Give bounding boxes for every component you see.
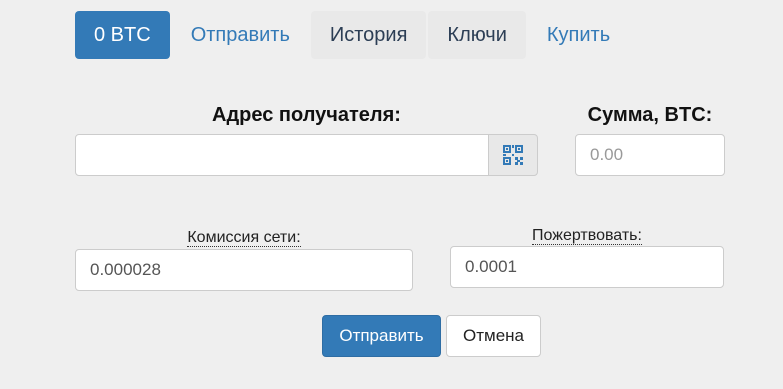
tab-history[interactable]: История [310, 11, 427, 59]
network-fee-label: Комиссия сети: [75, 229, 413, 247]
amount-label: Сумма, BTC: [587, 104, 713, 126]
send-button[interactable]: Отправить [322, 315, 441, 357]
tab-balance[interactable]: 0 BTC [75, 11, 170, 59]
tab-send[interactable]: Отправить [172, 11, 309, 59]
wallet-nav: 0 BTC Отправить История Ключи Купить [75, 11, 631, 59]
recipient-address-input[interactable] [75, 134, 489, 176]
cancel-button[interactable]: Отмена [446, 315, 541, 357]
network-fee-label-text: Комиссия сети: [187, 229, 301, 247]
donate-input[interactable] [450, 246, 724, 288]
tab-keys[interactable]: Ключи [428, 11, 526, 59]
amount-input[interactable] [575, 134, 725, 176]
network-fee-input[interactable] [75, 249, 413, 291]
scan-qr-button[interactable] [488, 134, 538, 176]
donate-label-text: Пожертвовать: [532, 227, 642, 245]
recipient-address-label: Адрес получателя: [212, 104, 401, 126]
donate-label: Пожертвовать: [450, 227, 724, 245]
tab-buy[interactable]: Купить [528, 11, 629, 59]
qr-code-icon [503, 145, 523, 165]
